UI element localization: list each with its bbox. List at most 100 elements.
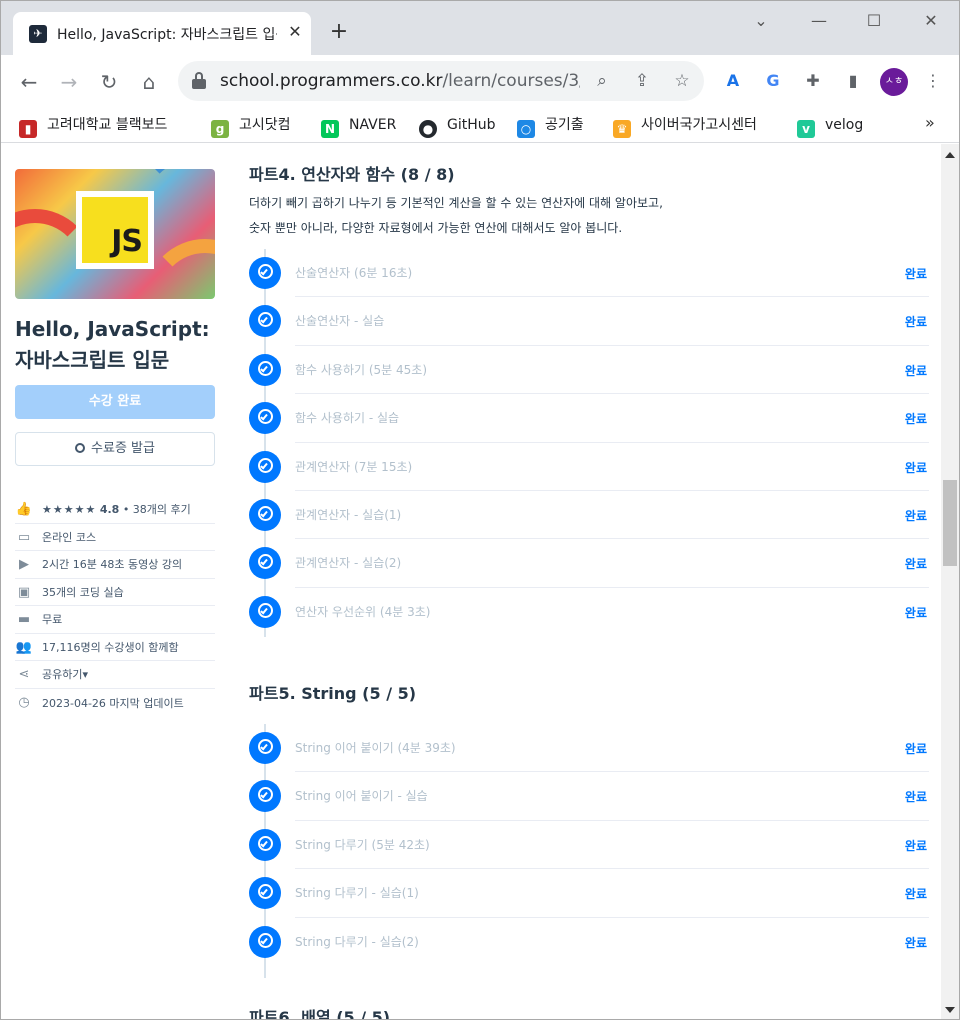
check-circle-icon bbox=[249, 450, 281, 483]
course-complete-button[interactable]: 수강 완료 bbox=[15, 385, 215, 419]
lesson-status: 완료 bbox=[904, 887, 927, 902]
bookmark-item[interactable]: ● GitHub bbox=[419, 115, 496, 138]
page-content: JS Hello, JavaScript: 자바스크립트 입문 수강 완료 수료… bbox=[1, 144, 941, 1019]
certificate-button[interactable]: 수료증 발급 bbox=[15, 432, 215, 466]
window-close-icon[interactable]: ✕ bbox=[916, 9, 946, 33]
course-info-list: 👍 ★★★★★ 4.8 • 38개의 후기 ▭ 온라인 코스 ▶ 2시간 16분 4… bbox=[15, 496, 215, 719]
check-circle-icon bbox=[249, 732, 281, 764]
zoom-icon[interactable]: ⌕ bbox=[590, 69, 614, 93]
github-icon: ● bbox=[419, 120, 437, 138]
lesson-list: String 이어 붙이기 (4분 39초) 완료 String 이어 붙이기 -… bbox=[249, 724, 929, 978]
scroll-up-arrow-icon[interactable] bbox=[945, 152, 955, 158]
lesson-status: 완료 bbox=[904, 605, 927, 620]
bookmark-item[interactable]: N NAVER bbox=[321, 115, 396, 138]
new-tab-icon[interactable]: + bbox=[327, 20, 351, 44]
page-scrollbar[interactable] bbox=[941, 144, 959, 1019]
people-icon: 👥 bbox=[15, 639, 33, 655]
course-title: Hello, JavaScript: 자바스크립트 입문 bbox=[15, 317, 210, 372]
google-translate-icon[interactable]: G bbox=[761, 69, 785, 93]
v-icon: v bbox=[797, 120, 815, 138]
bookmark-item[interactable]: ♛ 사이버국가고시센터 bbox=[613, 115, 757, 138]
share-dropdown[interactable]: ⋖ 공유하기▾ bbox=[15, 661, 215, 689]
tab-active[interactable]: ✈ Hello, JavaScript: 자바스크립트 입문 ✕ bbox=[13, 12, 311, 55]
bookmark-item[interactable]: g 고시닷컴 bbox=[211, 115, 291, 138]
circle-icon: ○ bbox=[517, 120, 535, 138]
bookmark-item[interactable]: ○ 공기출 bbox=[517, 115, 584, 138]
lesson-status: 완료 bbox=[904, 742, 927, 756]
lesson-item[interactable]: String 다루기 - 실습(2) 완료 bbox=[249, 918, 929, 966]
maximize-icon[interactable]: ☐ bbox=[859, 9, 889, 33]
url-text[interactable]: school.programmers.co.kr/learn/courses/3… bbox=[220, 71, 580, 91]
extensions-puzzle-icon[interactable]: ✚ bbox=[801, 69, 825, 93]
check-circle-icon bbox=[249, 402, 281, 435]
naver-icon: N bbox=[321, 120, 339, 138]
video-icon: ▶ bbox=[19, 557, 29, 572]
lesson-item[interactable]: 산술연산자 - 실습 완료 bbox=[249, 297, 929, 346]
menu-kebab-icon[interactable]: ⋮ bbox=[921, 69, 945, 93]
rating-row[interactable]: 👍 ★★★★★ 4.8 • 38개의 후기 bbox=[15, 496, 215, 524]
part-title: 파트5. String (5 / 5) bbox=[249, 684, 417, 703]
lesson-item[interactable]: 함수 사용하기 (5분 45초) 완료 bbox=[249, 346, 929, 395]
terminal-icon: ▣ bbox=[17, 584, 31, 600]
part-title: 파트4. 연산자와 함수 (8 / 8) bbox=[249, 165, 455, 184]
share-icon: ⋖ bbox=[18, 667, 30, 682]
rating-value: 4.8 bbox=[99, 503, 120, 516]
info-row-updated: ◷ 2023-04-26 마지막 업데이트 bbox=[15, 689, 215, 719]
review-count: • 38개의 후기 bbox=[122, 503, 191, 516]
part-section: 파트5. String (5 / 5) String 이어 붙이기 (4분 39… bbox=[249, 682, 929, 978]
share-page-icon[interactable]: ⇪ bbox=[630, 69, 654, 93]
lesson-item[interactable]: String 이어 붙이기 (4분 39초) 완료 bbox=[249, 724, 929, 773]
lesson-item[interactable]: 산술연산자 (6분 16초) 완료 bbox=[249, 249, 929, 298]
info-row-video: ▶ 2시간 16분 48초 동영상 강의 bbox=[15, 551, 215, 579]
back-arrow-icon[interactable]: ← bbox=[15, 68, 43, 96]
profile-avatar[interactable]: ㅅㅎ bbox=[880, 68, 908, 96]
course-thumbnail: JS bbox=[15, 169, 215, 299]
tab-search-icon[interactable]: ⌄ bbox=[746, 9, 776, 33]
scroll-down-arrow-icon[interactable] bbox=[945, 1007, 955, 1013]
bookmark-item[interactable]: ▮ 고려대학교 블랙보드 bbox=[19, 115, 167, 138]
part-description: 더하기 빼기 곱하기 나누기 등 기본적인 계산을 할 수 있는 연산자에 대해… bbox=[249, 196, 663, 235]
tab-close-icon[interactable]: ✕ bbox=[285, 22, 305, 42]
lesson-status: 완료 bbox=[904, 315, 927, 330]
scrollbar-thumb[interactable] bbox=[943, 480, 957, 566]
bookmarks-more-icon[interactable]: » bbox=[925, 113, 935, 132]
check-circle-icon bbox=[249, 257, 281, 289]
address-bar[interactable]: school.programmers.co.kr/learn/courses/3… bbox=[178, 61, 704, 101]
check-circle-icon bbox=[249, 305, 281, 338]
part-section: 파트6. 배열 (5 / 5) bbox=[249, 1006, 929, 1019]
side-panel-icon[interactable]: ▮ bbox=[841, 69, 865, 93]
extension-a-icon[interactable]: A bbox=[721, 69, 745, 93]
tab-bar: ✈ Hello, JavaScript: 자바스크립트 입문 ✕ + ⌄ — ☐… bbox=[1, 1, 959, 55]
card-icon: ▬ bbox=[17, 612, 31, 627]
lesson-item[interactable]: String 다루기 - 실습(1) 완료 bbox=[249, 869, 929, 918]
info-row-students: 👥 17,116명의 수강생이 함께함 bbox=[15, 634, 215, 661]
reload-icon[interactable]: ↻ bbox=[95, 68, 123, 96]
lock-icon[interactable] bbox=[192, 72, 206, 90]
lesson-item[interactable]: String 이어 붙이기 - 실습 완료 bbox=[249, 772, 929, 821]
check-circle-icon bbox=[249, 780, 281, 813]
check-circle-icon bbox=[249, 498, 281, 531]
lesson-item[interactable]: 관계연산자 - 실습(1) 완료 bbox=[249, 491, 929, 540]
bookmarks-bar: ▮ 고려대학교 블랙보드 g 고시닷컴 N NAVER ● GitHub ○ 공기출 ♛ 사… bbox=[1, 107, 959, 143]
lesson-status: 완료 bbox=[904, 363, 927, 378]
lesson-item[interactable]: 관계연산자 - 실습(2) 완료 bbox=[249, 539, 929, 588]
lesson-item[interactable]: 함수 사용하기 - 실습 완료 bbox=[249, 394, 929, 443]
browser-window: ✈ Hello, JavaScript: 자바스크립트 입문 ✕ + ⌄ — ☐… bbox=[0, 0, 960, 1020]
bookmark-item[interactable]: v velog bbox=[797, 115, 863, 138]
minimize-icon[interactable]: — bbox=[804, 9, 834, 33]
lesson-status: 완료 bbox=[904, 790, 927, 805]
lesson-item[interactable]: 연산자 우선순위 (4분 3초) 완료 bbox=[249, 588, 929, 636]
lesson-status: 완료 bbox=[904, 460, 927, 475]
info-row-type: ▭ 온라인 코스 bbox=[15, 524, 215, 551]
lesson-item[interactable]: 관계연산자 (7분 15초) 완료 bbox=[249, 443, 929, 491]
check-circle-icon bbox=[249, 828, 281, 861]
monitor-icon: ▭ bbox=[17, 529, 31, 545]
lesson-status: 완료 bbox=[904, 412, 927, 427]
rating-stars: ★★★★★ bbox=[42, 503, 97, 516]
forward-arrow-icon[interactable]: → bbox=[55, 68, 83, 96]
bookmark-star-icon[interactable]: ☆ bbox=[670, 69, 694, 93]
lesson-item[interactable]: String 다루기 (5분 42초) 완료 bbox=[249, 821, 929, 870]
home-icon[interactable]: ⌂ bbox=[135, 68, 163, 96]
thumbs-up-icon: 👍 bbox=[15, 502, 33, 517]
clock-icon: ◷ bbox=[18, 694, 30, 710]
